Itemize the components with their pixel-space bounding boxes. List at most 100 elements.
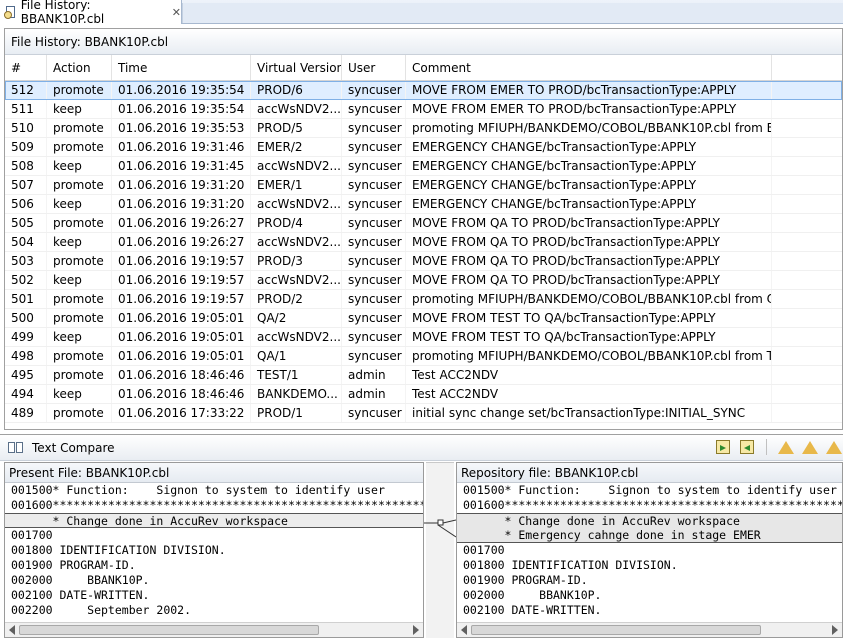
cell-virtual-version: EMER/1 xyxy=(251,176,342,194)
table-row[interactable]: 501 promote 01.06.2016 19:19:57 PROD/2 syncu… xyxy=(5,290,842,309)
column-header-number[interactable]: # xyxy=(5,55,47,80)
cell-user: syncuser xyxy=(342,347,406,365)
cell-number: 500 xyxy=(5,309,47,327)
cell-number: 499 xyxy=(5,328,47,346)
cell-user: admin xyxy=(342,385,406,403)
cell-comment: Test ACC2NDV xyxy=(406,366,772,384)
cell-time: 01.06.2016 19:26:27 xyxy=(112,214,251,232)
table-row[interactable]: 504 keep 01.06.2016 19:26:27 accWsNDV2... sy… xyxy=(5,233,842,252)
table-row[interactable]: 509 promote 01.06.2016 19:31:46 EMER/2 syncu… xyxy=(5,138,842,157)
cell-number: 510 xyxy=(5,119,47,137)
code-line: * Change done in AccuRev workspace xyxy=(5,513,423,528)
previous-difference-button[interactable] xyxy=(801,438,819,456)
code-line: 002200 September 2002. xyxy=(11,603,192,617)
cell-time: 01.06.2016 19:31:20 xyxy=(112,195,251,213)
table-row[interactable]: 495 promote 01.06.2016 18:46:46 TEST/1 admin… xyxy=(5,366,842,385)
file-history-tab[interactable]: File History: BBANK10P.cbl ✕ xyxy=(0,0,182,26)
cell-comment: MOVE FROM QA TO PROD/bcTransactionType:A… xyxy=(406,214,772,232)
table-row[interactable]: 512 promote 01.06.2016 19:35:54 PROD/6 syncu… xyxy=(5,81,842,100)
text-compare-icon xyxy=(8,441,24,454)
copy-current-change-button[interactable] xyxy=(738,438,756,456)
code-line: 001600**********************************… xyxy=(463,498,842,512)
table-row[interactable]: 503 promote 01.06.2016 19:19:57 PROD/3 syncu… xyxy=(5,252,842,271)
table-row[interactable]: 505 promote 01.06.2016 19:26:27 PROD/4 syncu… xyxy=(5,214,842,233)
cell-comment: Test ACC2NDV xyxy=(406,385,772,403)
column-header-action[interactable]: Action xyxy=(47,55,112,80)
table-row[interactable]: 508 keep 01.06.2016 19:31:45 accWsNDV2... sy… xyxy=(5,157,842,176)
cell-virtual-version: QA/1 xyxy=(251,347,342,365)
table-row[interactable]: 500 promote 01.06.2016 19:05:01 QA/2 syncuse… xyxy=(5,309,842,328)
cell-comment: EMERGENCY CHANGE/bcTransactionType:APPLY xyxy=(406,176,772,194)
code-line: 002000 BBANK10P. xyxy=(463,588,602,602)
column-header-comment[interactable]: Comment xyxy=(406,55,772,80)
scroll-left-icon[interactable] xyxy=(461,625,467,635)
repository-file-pane[interactable]: Repository file: BBANK10P.cbl 001500* Fu… xyxy=(456,462,843,638)
table-row[interactable]: 506 keep 01.06.2016 19:31:20 accWsNDV2... sy… xyxy=(5,195,842,214)
code-line: 002000 BBANK10P. xyxy=(11,573,150,587)
present-file-code[interactable]: 001500* Function: Signon to system to id… xyxy=(5,483,423,618)
cell-number: 495 xyxy=(5,366,47,384)
view-tab-strip: File History: BBANK10P.cbl ✕ xyxy=(0,0,843,26)
table-row[interactable]: 507 promote 01.06.2016 19:31:20 EMER/1 syncu… xyxy=(5,176,842,195)
cell-comment: MOVE FROM EMER TO PROD/bcTransactionType… xyxy=(406,81,772,99)
cell-filler xyxy=(772,138,842,156)
cell-action: promote xyxy=(47,119,112,137)
table-row[interactable]: 502 keep 01.06.2016 19:19:57 accWsNDV2... sy… xyxy=(5,271,842,290)
cell-action: promote xyxy=(47,347,112,365)
repository-file-code[interactable]: 001500* Function: Signon to system to id… xyxy=(457,483,842,618)
scroll-thumb[interactable] xyxy=(19,625,319,635)
cell-virtual-version: accWsNDV2... xyxy=(251,328,342,346)
cell-number: 504 xyxy=(5,233,47,251)
present-file-pane[interactable]: Present File: BBANK10P.cbl 001500* Funct… xyxy=(4,462,424,638)
cell-action: promote xyxy=(47,214,112,232)
cell-comment: promoting MFIUPH/BANKDEMO/COBOL/BBANK10P… xyxy=(406,290,772,308)
cell-time: 01.06.2016 19:26:27 xyxy=(112,233,251,251)
cell-user: admin xyxy=(342,366,406,384)
cell-number: 489 xyxy=(5,404,47,422)
cell-comment: EMERGENCY CHANGE/bcTransactionType:APPLY xyxy=(406,195,772,213)
cell-filler xyxy=(772,366,842,384)
next-change-icon xyxy=(826,440,842,454)
cell-time: 01.06.2016 19:35:54 xyxy=(112,81,251,99)
cell-user: syncuser xyxy=(342,404,406,422)
cell-action: keep xyxy=(47,100,112,118)
cell-number: 508 xyxy=(5,157,47,175)
code-line: * Change done in AccuRev workspace xyxy=(457,513,842,528)
cell-user: syncuser xyxy=(342,233,406,251)
cell-action: promote xyxy=(47,81,112,99)
scroll-right-icon[interactable] xyxy=(832,625,838,635)
code-line: 001800 IDENTIFICATION DIVISION. xyxy=(463,558,678,572)
close-icon[interactable]: ✕ xyxy=(172,6,181,19)
cell-user: syncuser xyxy=(342,214,406,232)
cell-number: 512 xyxy=(5,81,47,99)
cell-comment: initial sync change set/bcTransactionTyp… xyxy=(406,404,772,422)
cell-time: 01.06.2016 19:31:45 xyxy=(112,157,251,175)
cell-filler xyxy=(772,233,842,251)
horizontal-scrollbar[interactable] xyxy=(5,622,423,637)
column-header-virtual-version[interactable]: Virtual Version xyxy=(251,55,342,80)
column-header-time[interactable]: Time xyxy=(112,55,251,80)
column-header-user[interactable]: User xyxy=(342,55,406,80)
table-row[interactable]: 489 promote 01.06.2016 17:33:22 PROD/1 syncu… xyxy=(5,404,842,423)
table-row[interactable]: 498 promote 01.06.2016 19:05:01 QA/1 syncuse… xyxy=(5,347,842,366)
table-row[interactable]: 499 keep 01.06.2016 19:05:01 accWsNDV2... sy… xyxy=(5,328,842,347)
table-row[interactable]: 510 promote 01.06.2016 19:35:53 PROD/5 syncu… xyxy=(5,119,842,138)
cell-action: promote xyxy=(47,309,112,327)
cell-number: 501 xyxy=(5,290,47,308)
previous-difference-icon xyxy=(802,440,818,454)
cell-action: keep xyxy=(47,328,112,346)
code-line: 001900 PROGRAM-ID. xyxy=(11,558,136,572)
scroll-thumb[interactable] xyxy=(471,625,761,635)
next-difference-icon xyxy=(778,440,794,454)
copy-all-right-to-left-button[interactable] xyxy=(714,438,732,456)
table-row[interactable]: 494 keep 01.06.2016 18:46:46 BANKDEMO... adm… xyxy=(5,385,842,404)
scroll-right-icon[interactable] xyxy=(413,625,419,635)
cell-user: syncuser xyxy=(342,328,406,346)
next-change-button[interactable] xyxy=(825,438,843,456)
cell-comment: MOVE FROM QA TO PROD/bcTransactionType:A… xyxy=(406,233,772,251)
cell-time: 01.06.2016 19:35:54 xyxy=(112,100,251,118)
horizontal-scrollbar[interactable] xyxy=(457,622,842,637)
scroll-left-icon[interactable] xyxy=(9,625,15,635)
next-difference-button[interactable] xyxy=(777,438,795,456)
table-row[interactable]: 511 keep 01.06.2016 19:35:54 accWsNDV2... sy… xyxy=(5,100,842,119)
